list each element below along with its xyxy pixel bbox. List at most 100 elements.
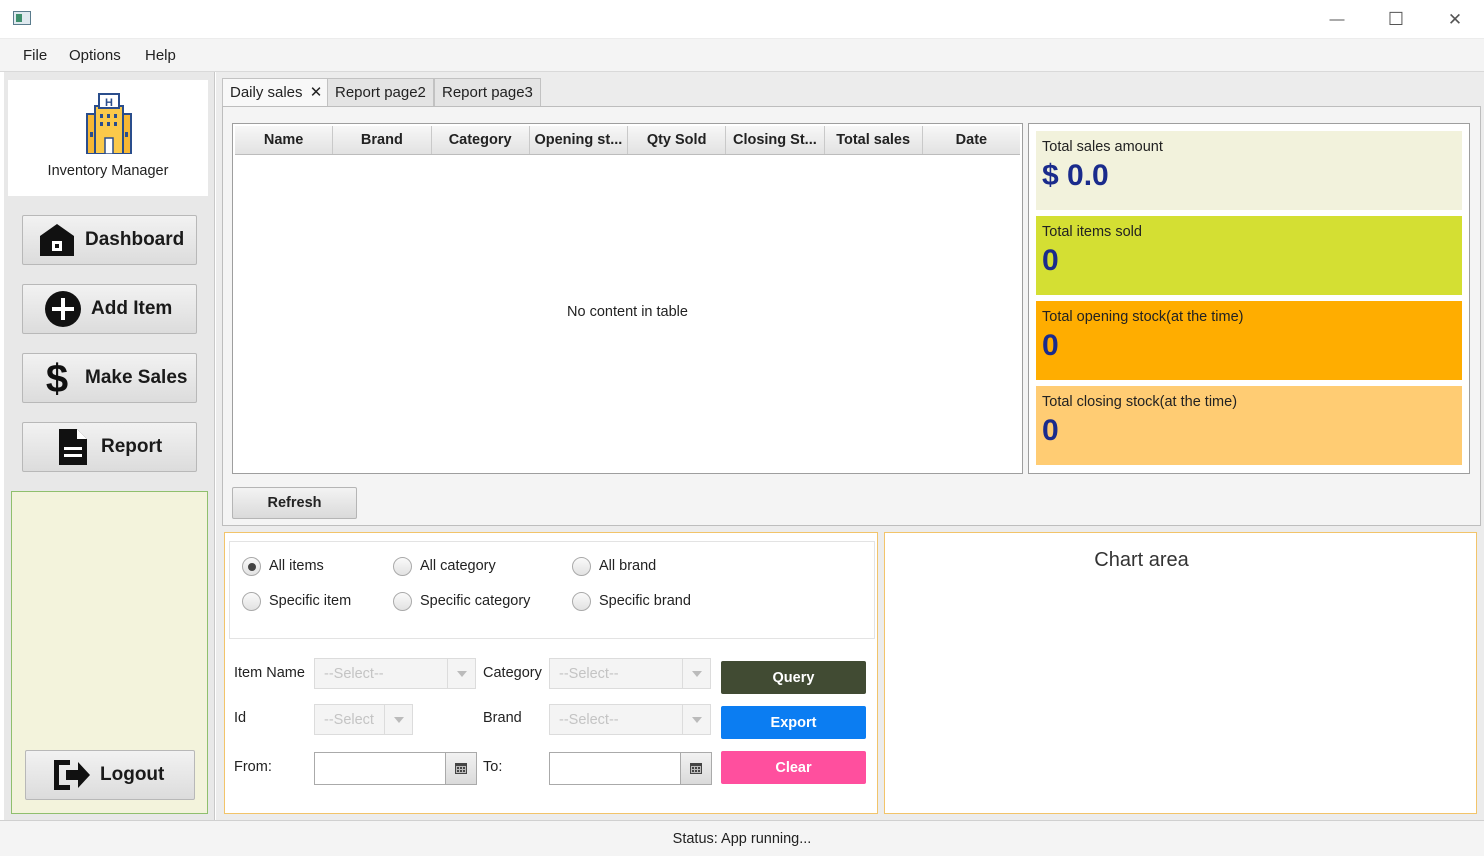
close-icon: ✕ — [1447, 9, 1463, 29]
app-name: Inventory Manager — [47, 163, 169, 179]
radio-indicator — [393, 591, 412, 611]
minimize-icon: — — [1329, 11, 1345, 28]
close-window-button[interactable]: ✕ — [1426, 0, 1484, 39]
category-label: Category — [483, 665, 542, 681]
column-closing-stock[interactable]: Closing St... — [726, 126, 825, 154]
report-button[interactable]: Report — [22, 422, 197, 472]
svg-text:H: H — [105, 97, 113, 109]
stat-label: Total sales amount — [1042, 139, 1163, 155]
column-qty-sold[interactable]: Qty Sold — [628, 126, 727, 154]
chevron-down-icon — [384, 705, 412, 734]
id-label: Id — [234, 710, 247, 726]
chevron-down-icon — [682, 659, 710, 688]
building-logo-icon: H — [86, 93, 132, 154]
radio-label: All brand — [599, 558, 657, 574]
radio-all-category[interactable]: All category — [393, 555, 496, 577]
radio-indicator — [572, 556, 591, 576]
menu-options[interactable]: Options — [69, 39, 121, 72]
stat-value: 0 — [1042, 244, 1059, 277]
status-bar: Status: App running... — [0, 820, 1484, 856]
column-category[interactable]: Category — [432, 126, 530, 154]
item-name-label: Item Name — [234, 665, 305, 681]
radio-all-items[interactable]: All items — [242, 555, 324, 577]
logout-icon — [52, 755, 92, 795]
radio-label: All category — [420, 558, 496, 574]
from-date-picker[interactable] — [314, 752, 477, 785]
menu-help[interactable]: Help — [145, 39, 176, 72]
empty-table-message: No content in table — [567, 304, 688, 320]
calendar-icon[interactable] — [445, 753, 476, 784]
id-select[interactable]: --Select — [314, 704, 413, 735]
dashboard-button[interactable]: Dashboard — [22, 215, 197, 265]
column-opening-stock[interactable]: Opening st... — [530, 126, 628, 154]
stat-total-closing-stock: Total closing stock(at the time) 0 — [1036, 386, 1462, 465]
dashboard-label: Dashboard — [85, 229, 185, 250]
chevron-down-icon — [447, 659, 475, 688]
tab-close-icon[interactable]: ✕ — [310, 84, 323, 101]
app-window-icon — [13, 11, 31, 25]
radio-all-brand[interactable]: All brand — [572, 555, 656, 577]
maximize-icon: ☐ — [1387, 9, 1405, 29]
radio-indicator — [572, 591, 591, 611]
document-icon — [53, 427, 93, 467]
menu-file[interactable]: File — [23, 39, 47, 72]
title-bar: — ☐ ✕ — [0, 0, 1484, 39]
radio-indicator — [242, 556, 261, 576]
minimize-button[interactable]: — — [1308, 0, 1366, 39]
tab-report-page2[interactable]: Report page2 — [327, 78, 434, 107]
select-value: --Select-- — [559, 665, 619, 682]
radio-specific-item[interactable]: Specific item — [242, 590, 351, 612]
stat-label: Total items sold — [1042, 224, 1142, 240]
clear-button[interactable]: Clear — [721, 751, 866, 784]
stat-label: Total opening stock(at the time) — [1042, 309, 1244, 325]
sales-table[interactable] — [232, 123, 1023, 474]
radio-specific-category[interactable]: Specific category — [393, 590, 530, 612]
tab-label: Daily sales — [230, 84, 303, 101]
radio-specific-brand[interactable]: Specific brand — [572, 590, 691, 612]
from-date-input[interactable] — [315, 753, 445, 784]
logout-label: Logout — [100, 764, 165, 785]
table-header: Name Brand Category Opening st... Qty So… — [235, 126, 1020, 155]
column-total-sales[interactable]: Total sales — [825, 126, 923, 154]
radio-label: Specific brand — [599, 593, 691, 609]
calendar-icon[interactable] — [680, 753, 711, 784]
tab-daily-sales[interactable]: Daily sales ✕ — [222, 78, 331, 107]
logout-button[interactable]: Logout — [25, 750, 195, 800]
radio-indicator — [393, 556, 412, 576]
chart-area — [884, 532, 1477, 814]
make-sales-button[interactable]: $ Make Sales — [22, 353, 197, 403]
chart-area-title: Chart area — [1094, 549, 1189, 571]
radio-label: Specific item — [269, 593, 352, 609]
query-button[interactable]: Query — [721, 661, 866, 694]
brand-select[interactable]: --Select-- — [549, 704, 711, 735]
stat-value: 0 — [1042, 329, 1059, 362]
plus-circle-icon — [43, 289, 83, 329]
add-item-button[interactable]: Add Item — [22, 284, 197, 334]
menu-bar: File Options Help — [0, 39, 1484, 72]
select-value: --Select — [324, 711, 374, 728]
select-value: --Select-- — [559, 711, 619, 728]
category-select[interactable]: --Select-- — [549, 658, 711, 689]
export-button[interactable]: Export — [721, 706, 866, 739]
column-date[interactable]: Date — [923, 126, 1020, 154]
chevron-down-icon — [682, 705, 710, 734]
tab-report-page3[interactable]: Report page3 — [434, 78, 541, 107]
svg-text:$: $ — [46, 358, 68, 398]
to-date-input[interactable] — [550, 753, 680, 784]
column-brand[interactable]: Brand — [333, 126, 432, 154]
stat-total-items-sold: Total items sold 0 — [1036, 216, 1462, 295]
maximize-button[interactable]: ☐ — [1367, 0, 1425, 39]
stat-label: Total closing stock(at the time) — [1042, 394, 1238, 410]
refresh-button[interactable]: Refresh — [232, 487, 357, 519]
home-icon — [37, 220, 77, 260]
to-label: To: — [483, 759, 503, 775]
to-date-picker[interactable] — [549, 752, 712, 785]
stat-total-opening-stock: Total opening stock(at the time) 0 — [1036, 301, 1462, 380]
make-sales-label: Make Sales — [85, 367, 188, 388]
report-label: Report — [101, 436, 163, 457]
radio-indicator — [242, 591, 261, 611]
add-item-label: Add Item — [91, 298, 173, 319]
item-name-select[interactable]: --Select-- — [314, 658, 476, 689]
dollar-icon: $ — [37, 358, 77, 398]
column-name[interactable]: Name — [235, 126, 334, 154]
